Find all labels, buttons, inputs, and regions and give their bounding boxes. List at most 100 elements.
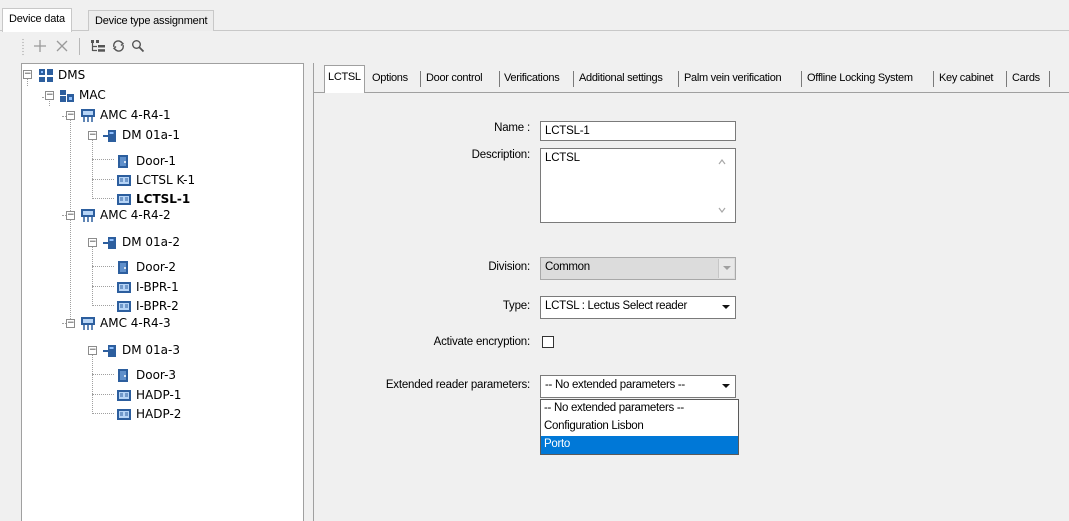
tree-node-label: I-BPR-1 (136, 280, 179, 294)
tree-node-label: Door-3 (136, 368, 177, 382)
tab-palm-vein-verification[interactable]: Palm vein verification (684, 67, 782, 91)
tab-key-cabinet[interactable]: Key cabinet (939, 67, 993, 91)
plus-icon (34, 40, 46, 52)
collapse-toggle[interactable]: − (88, 238, 97, 247)
tree-node-amc-1[interactable]: AMC 4-R4-1 (80, 105, 171, 125)
tree-node-amc-3[interactable]: AMC 4-R4-3 (80, 313, 171, 333)
door-module-icon (103, 236, 116, 249)
tree-node-lctsl-k-1[interactable]: LCTSL K-1 (116, 170, 195, 190)
type-dropdown[interactable]: LCTSL : Lectus Select reader (540, 296, 736, 319)
option-configuration-lisbon[interactable]: Configuration Lisbon (541, 418, 738, 436)
tree-node-label: I-BPR-2 (136, 299, 179, 313)
collapse-toggle[interactable]: − (45, 91, 54, 100)
tab-cards[interactable]: Cards (1012, 67, 1040, 91)
tree-node-amc-2[interactable]: AMC 4-R4-2 (80, 205, 171, 225)
dms-icon (39, 68, 53, 82)
door-icon (118, 154, 128, 168)
controller-icon (81, 208, 95, 222)
description-text: LCTSL (545, 152, 580, 164)
extended-params-value: -- No extended parameters -- (545, 379, 685, 391)
tree-node-label: Door-1 (136, 154, 177, 168)
details-panel: LCTSL Options Door control Verifications… (313, 63, 1069, 521)
lctsl-tab-content: Name : LCTSL-1 Description: LCTSL Divisi… (314, 92, 1069, 521)
division-dropdown: Common (540, 257, 736, 280)
reader-icon (117, 300, 131, 312)
refresh-icon (112, 40, 124, 52)
tree-node-label: MAC (79, 88, 106, 102)
tree-node-dms[interactable]: DMS (38, 65, 85, 85)
reader-icon (117, 408, 131, 420)
tree-node-hadp-2[interactable]: HADP-2 (116, 404, 181, 424)
tree-node-dm-1[interactable]: DM 01a-1 (102, 125, 180, 145)
collapse-toggle[interactable]: − (23, 70, 32, 79)
mac-icon (60, 89, 74, 102)
door-icon (118, 260, 128, 274)
door-icon (118, 368, 128, 382)
tab-options[interactable]: Options (372, 67, 408, 91)
encryption-checkbox[interactable] (542, 336, 554, 348)
tab-verifications[interactable]: Verifications (504, 67, 560, 91)
tree-node-label: AMC 4-R4-2 (100, 208, 171, 222)
tree-node-label: DMS (58, 68, 86, 82)
tab-door-control[interactable]: Door control (426, 67, 483, 91)
scroll-down-icon[interactable] (717, 205, 727, 215)
encryption-label: Activate encryption: (433, 336, 531, 348)
chevron-down-icon (718, 259, 734, 278)
tree-node-hadp-1[interactable]: HADP-1 (116, 385, 181, 405)
reader-icon (117, 281, 131, 293)
reader-icon (117, 389, 131, 401)
name-field[interactable]: LCTSL-1 (540, 121, 736, 141)
tree-node-label: AMC 4-R4-1 (100, 108, 171, 122)
option-porto[interactable]: Porto (541, 436, 738, 454)
delete-button[interactable] (50, 33, 74, 59)
tab-lctsl[interactable]: LCTSL (324, 65, 365, 93)
chevron-down-icon (718, 298, 734, 317)
tree-node-label: LCTSL K-1 (136, 173, 196, 187)
tree-node-door-3[interactable]: Door-3 (116, 365, 176, 385)
chevron-down-icon (718, 377, 734, 396)
tree-node-i-bpr-1[interactable]: I-BPR-1 (116, 277, 179, 297)
search-icon (132, 40, 145, 53)
tree-node-door-1[interactable]: Door-1 (116, 151, 176, 171)
description-label: Description: (471, 149, 531, 161)
tree-node-label: DM 01a-1 (122, 128, 180, 142)
door-module-icon (103, 129, 116, 142)
collapse-toggle[interactable]: − (66, 111, 75, 120)
description-field[interactable]: LCTSL (540, 148, 736, 223)
type-label: Type: (502, 300, 530, 312)
toolbar-separator (79, 38, 80, 55)
tree-node-label: AMC 4-R4-3 (100, 316, 171, 330)
toolbar-grip (22, 38, 24, 56)
scroll-up-icon[interactable] (717, 157, 727, 167)
top-tab-strip: Device data Device type assignment (0, 0, 1069, 32)
collapse-toggle[interactable]: − (88, 131, 97, 140)
tab-additional-settings[interactable]: Additional settings (579, 67, 663, 91)
tab-device-data[interactable]: Device data (2, 8, 72, 32)
tree-node-door-2[interactable]: Door-2 (116, 257, 176, 277)
collapse-toggle[interactable]: − (66, 319, 75, 328)
division-label: Division: (488, 261, 530, 273)
tree-node-label: HADP-2 (136, 407, 182, 421)
tab-device-type-assignment[interactable]: Device type assignment (88, 10, 215, 31)
tree-node-label: LCTSL-1 (136, 192, 191, 206)
device-tree[interactable]: − DMS − MAC − AMC 4-R4-1 − DM 01a-1 Door… (21, 63, 304, 521)
tree-node-label: Door-2 (136, 260, 177, 274)
collapse-toggle[interactable]: − (66, 211, 75, 220)
tab-offline-locking-system[interactable]: Offline Locking System (807, 67, 913, 91)
extended-params-dropdown[interactable]: -- No extended parameters -- (540, 375, 736, 398)
controller-icon (81, 316, 95, 330)
toolbar (0, 33, 400, 61)
extended-params-options: -- No extended parameters -- Configurati… (540, 399, 739, 455)
division-value: Common (545, 261, 590, 273)
tree-node-dm-2[interactable]: DM 01a-2 (102, 232, 180, 252)
tree-node-mac[interactable]: MAC (59, 85, 106, 105)
tree-node-label: DM 01a-3 (122, 343, 180, 357)
add-button[interactable] (28, 33, 52, 59)
option-no-extended-parameters[interactable]: -- No extended parameters -- (541, 400, 738, 418)
tree-view-icon (91, 40, 105, 52)
collapse-toggle[interactable]: − (88, 346, 97, 355)
details-tab-bar: LCTSL Options Door control Verifications… (314, 63, 1069, 93)
extended-params-label: Extended reader parameters: (385, 379, 530, 391)
search-button[interactable] (126, 33, 150, 59)
tree-node-dm-3[interactable]: DM 01a-3 (102, 340, 180, 360)
